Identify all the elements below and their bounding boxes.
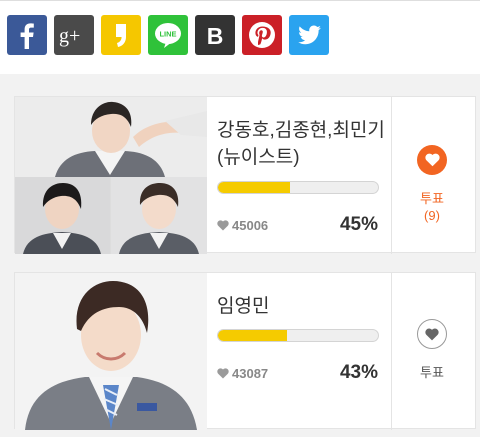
pinterest-share-button[interactable]: [242, 15, 282, 55]
candidate-card: 임영민 43087 43% 투표: [14, 272, 476, 430]
google-plus-icon: g+: [59, 25, 80, 47]
pinterest-icon: [249, 22, 275, 48]
svg-text:g+: g+: [59, 25, 80, 47]
vote-button[interactable]: [417, 319, 447, 349]
candidate-name-line1: 강동호,김종현,최민기: [217, 120, 385, 141]
heart-icon: [217, 220, 229, 231]
vote-button[interactable]: [417, 145, 447, 175]
vote-progress-bar: [217, 181, 379, 194]
vote-label[interactable]: 투표: [392, 362, 472, 381]
group-photo-left: [15, 177, 110, 254]
vote-total: 45006: [217, 218, 268, 233]
kakaostory-icon: [116, 24, 126, 47]
twitter-icon: [298, 25, 321, 45]
line-icon: LINE: [155, 23, 181, 48]
candidate-photo-group: [15, 97, 207, 254]
candidate-photo: [15, 273, 207, 430]
vote-label[interactable]: 투표: [392, 188, 472, 207]
vote-count-text: 45006: [232, 218, 269, 233]
heart-icon: [425, 328, 439, 340]
share-bar: g+ LINE B: [0, 0, 480, 74]
vote-progress-fill: [218, 182, 290, 193]
kakaostory-share-button[interactable]: [101, 15, 141, 55]
svg-text:LINE: LINE: [159, 30, 176, 39]
twitter-share-button[interactable]: [289, 15, 329, 55]
vote-column: 투표: [391, 273, 475, 430]
vote-column: 투표 (9): [391, 97, 475, 254]
vote-total: 43087: [217, 366, 268, 381]
candidate-name: 임영민: [217, 296, 270, 317]
heart-icon: [424, 153, 440, 167]
heart-icon: [217, 368, 229, 379]
blog-share-button[interactable]: B: [195, 15, 235, 55]
blog-b-icon: B: [207, 23, 224, 49]
vote-progress-bar: [217, 329, 379, 342]
group-photo-top: [15, 97, 207, 177]
google-plus-share-button[interactable]: g+: [54, 15, 94, 55]
line-share-button[interactable]: LINE: [148, 15, 188, 55]
svg-text:B: B: [207, 23, 224, 49]
group-photo-right: [111, 177, 207, 254]
facebook-icon: [20, 23, 34, 49]
candidate-name-line2: (뉴이스트): [217, 147, 300, 168]
vote-percent: 43%: [339, 362, 378, 383]
candidate-card: 강동호,김종현,최민기 (뉴이스트) 45006 45% 투표 (9): [14, 96, 476, 254]
vote-percent: 45%: [339, 214, 378, 235]
vote-count-text: 43087: [232, 366, 269, 381]
my-vote-count: (9): [424, 208, 440, 223]
facebook-share-button[interactable]: [7, 15, 47, 55]
vote-progress-fill: [218, 330, 287, 341]
